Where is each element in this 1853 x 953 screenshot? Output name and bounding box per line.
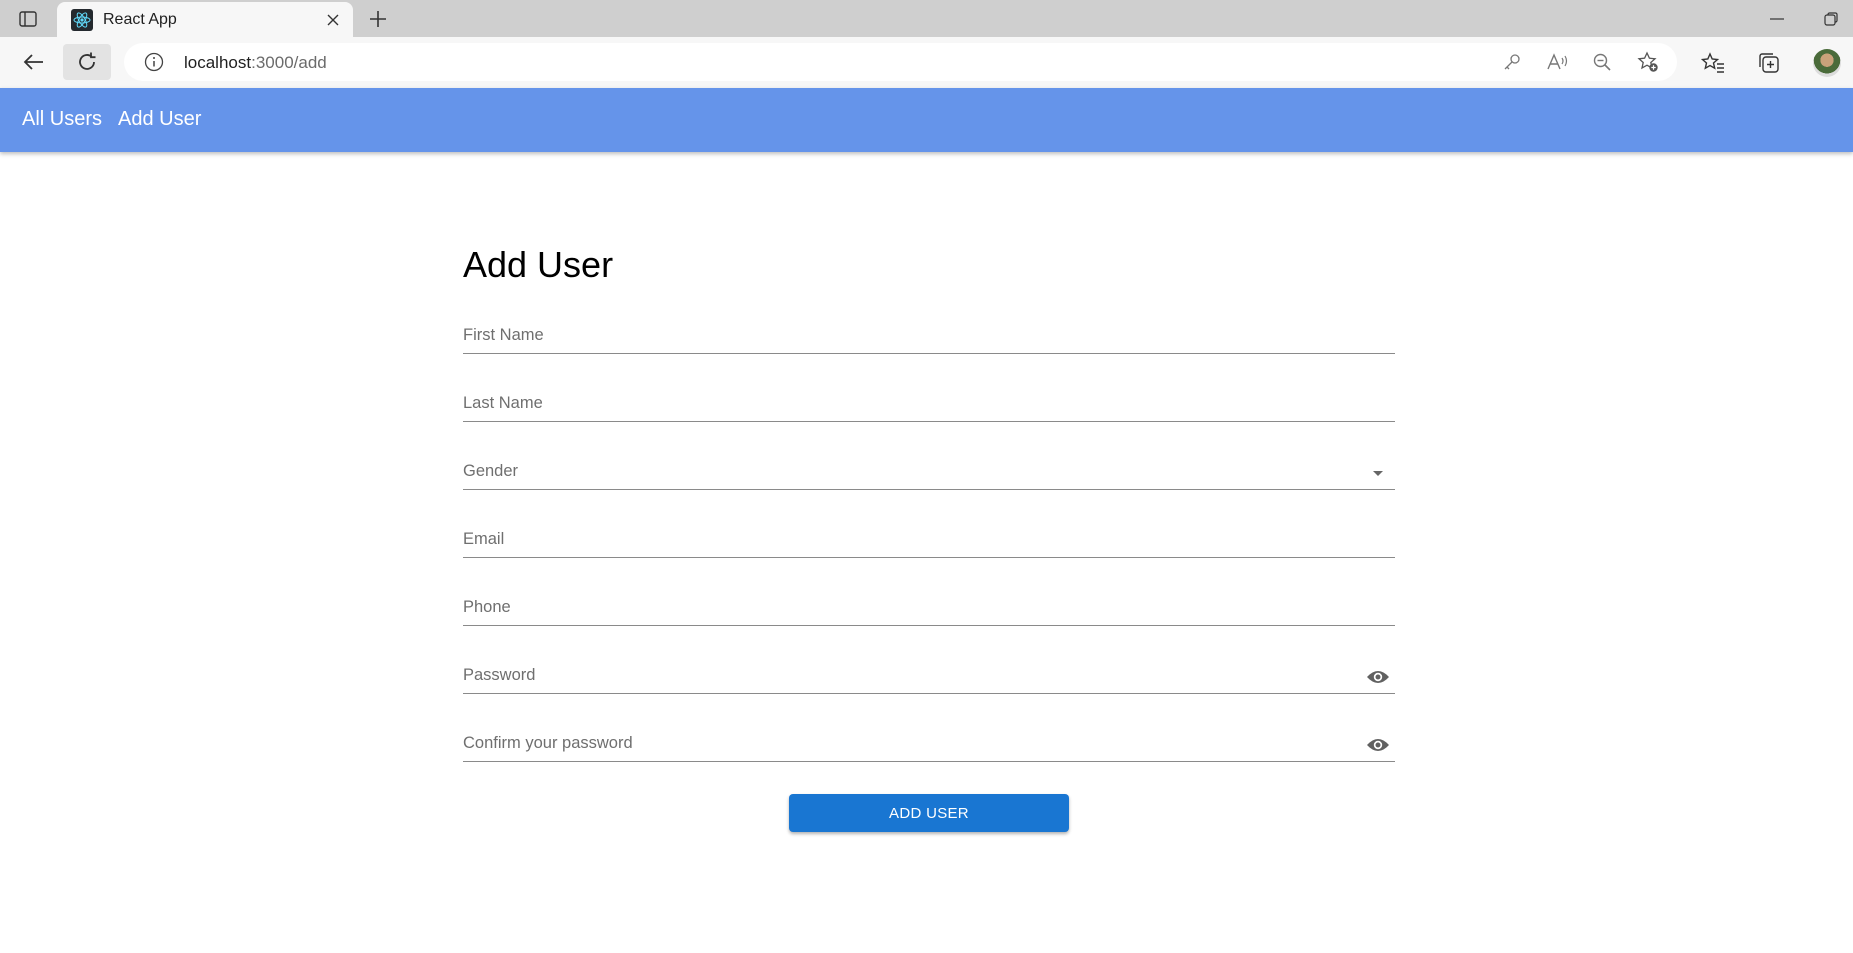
url-host: localhost xyxy=(184,53,252,72)
profile-avatar[interactable] xyxy=(1813,49,1841,77)
back-arrow-icon[interactable] xyxy=(15,44,51,80)
collections-icon[interactable] xyxy=(1756,50,1782,76)
gender-select[interactable]: Gender xyxy=(463,450,1395,490)
eye-icon[interactable] xyxy=(1365,734,1391,756)
browser-tab-strip: React App xyxy=(0,0,1853,37)
url-path: :3000/add xyxy=(251,53,327,72)
url-text[interactable]: localhost:3000/add xyxy=(184,53,327,73)
confirm-password-field[interactable]: Confirm your password xyxy=(463,722,1395,762)
read-aloud-icon[interactable] xyxy=(1547,51,1569,73)
last-name-input[interactable] xyxy=(463,388,1395,418)
password-field[interactable]: Password xyxy=(463,654,1395,694)
key-icon[interactable] xyxy=(1501,51,1523,73)
browser-tab[interactable]: React App xyxy=(57,2,353,37)
email-field[interactable]: Email xyxy=(463,518,1395,558)
favorites-icon[interactable] xyxy=(1700,50,1726,76)
browser-toolbar: localhost:3000/add xyxy=(0,37,1853,88)
add-user-button[interactable]: ADD USER xyxy=(789,794,1069,832)
add-favorite-icon[interactable] xyxy=(1637,51,1659,73)
tab-actions-icon[interactable] xyxy=(14,7,42,31)
password-input[interactable] xyxy=(463,660,1343,690)
app-navbar: All Users Add User xyxy=(0,88,1853,152)
nav-all-users[interactable]: All Users xyxy=(22,108,102,131)
first-name-input[interactable] xyxy=(463,320,1395,350)
zoom-out-icon[interactable] xyxy=(1591,51,1613,73)
address-bar[interactable]: localhost:3000/add xyxy=(124,43,1677,81)
minimize-icon[interactable] xyxy=(1764,8,1790,30)
site-info-icon[interactable] xyxy=(144,52,164,72)
caret-down-icon[interactable] xyxy=(1365,462,1391,484)
restore-window-icon[interactable] xyxy=(1818,8,1844,30)
eye-icon[interactable] xyxy=(1365,666,1391,688)
nav-add-user[interactable]: Add User xyxy=(118,108,201,131)
last-name-field[interactable]: Last Name xyxy=(463,382,1395,422)
phone-field[interactable]: Phone xyxy=(463,586,1395,626)
phone-input[interactable] xyxy=(463,592,1395,622)
gender-label: Gender xyxy=(463,462,519,480)
close-tab-icon[interactable] xyxy=(323,10,343,30)
new-tab-icon[interactable] xyxy=(364,5,392,33)
first-name-field[interactable]: First Name xyxy=(463,314,1395,354)
reload-icon[interactable] xyxy=(63,44,111,80)
confirm-password-input[interactable] xyxy=(463,728,1343,758)
page-title: Add User xyxy=(463,244,614,285)
react-logo-icon xyxy=(71,9,93,31)
tab-title: React App xyxy=(103,11,177,28)
email-input[interactable] xyxy=(463,524,1395,554)
